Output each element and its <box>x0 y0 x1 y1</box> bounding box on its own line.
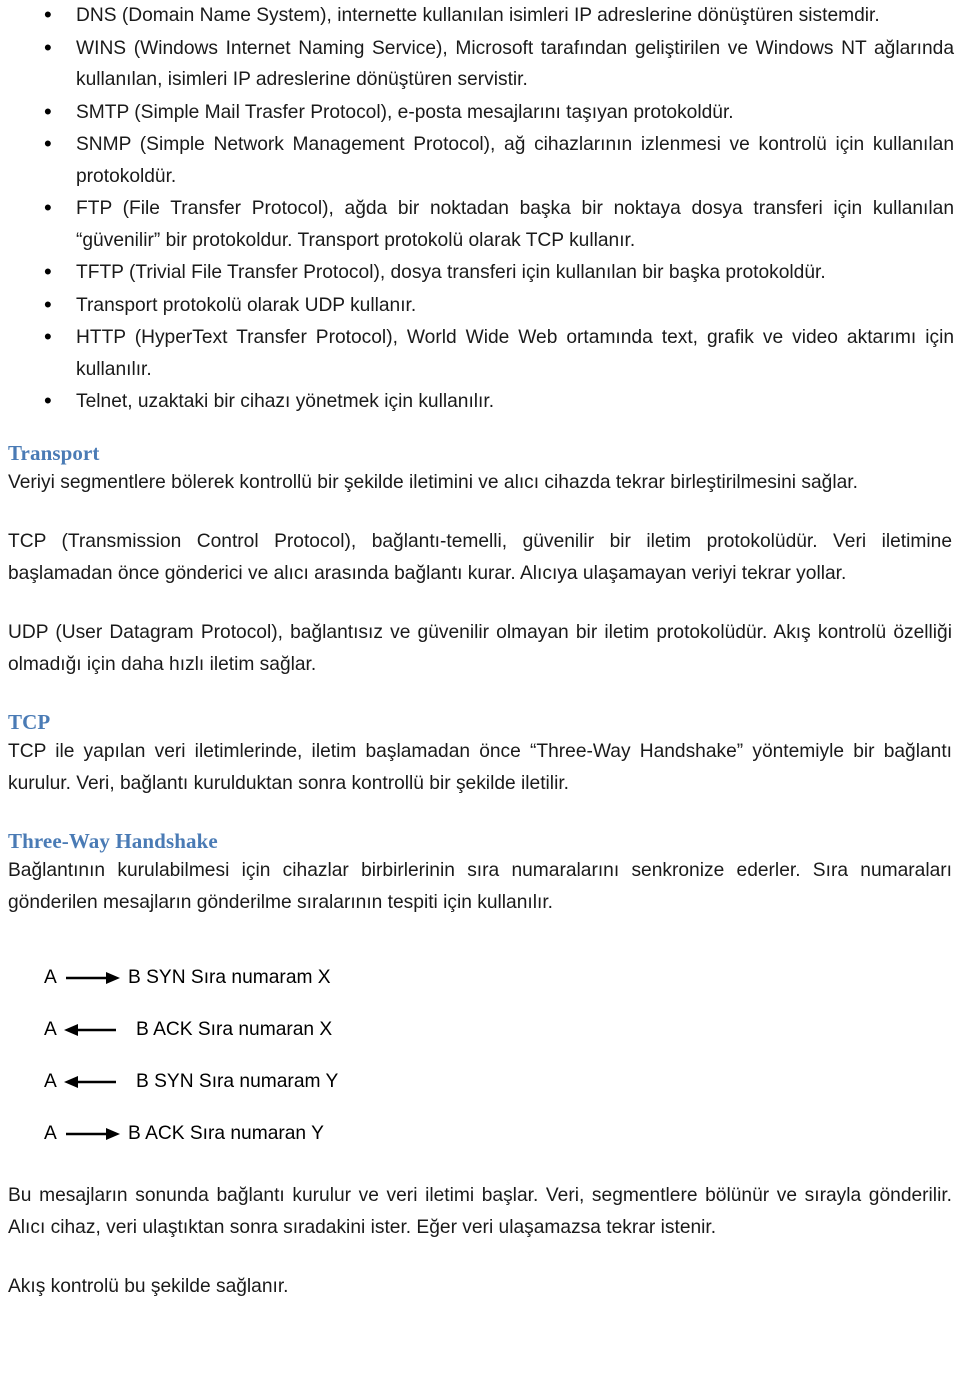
flow-control-note: Akış kontrolü bu şekilde sağlanır. <box>8 1276 289 1297</box>
arrow-left-icon <box>62 1073 120 1091</box>
handshake-step-label: B ACK Sıra numaran X <box>136 1019 333 1040</box>
list-item: TFTP (Trivial File Transfer Protocol), d… <box>8 256 954 289</box>
handshake-step-label: B SYN Sıra numaram Y <box>136 1071 339 1092</box>
list-item-text: DNS (Domain Name System), internette kul… <box>76 5 880 26</box>
three-way-handshake-heading: Three-Way Handshake <box>8 829 218 853</box>
handshake-step-label: B SYN Sıra numaram X <box>128 967 331 988</box>
list-item: HTTP (HyperText Transfer Protocol), Worl… <box>8 321 954 385</box>
list-item-text: FTP (File Transfer Protocol), ağda bir n… <box>76 198 954 251</box>
list-item-text: WINS (Windows Internet Naming Service), … <box>76 37 954 91</box>
list-item: Transport protokolü olarak UDP kullanır. <box>8 289 954 322</box>
tcp-handshake-paragraph: TCP ile yapılan veri iletimlerinde, ilet… <box>8 741 952 794</box>
tcp-description-paragraph: TCP (Transmission Control Protocol), bağ… <box>8 531 952 584</box>
arrow-right-icon <box>64 1125 122 1143</box>
handshake-intro-paragraph: Bağlantının kurulabilmesi için cihazlar … <box>8 860 952 913</box>
handshake-step-label: B ACK Sıra numaran Y <box>128 1123 324 1144</box>
list-item: Telnet, uzaktaki bir cihazı yönetmek içi… <box>8 385 954 418</box>
handshake-node-a: A <box>44 1071 57 1092</box>
handshake-step-3: A B SYN Sıra numaram Y <box>44 1056 954 1108</box>
handshake-step-2: A B ACK Sıra numaran X <box>44 1004 954 1056</box>
handshake-node-a: A <box>44 967 57 988</box>
handshake-step-1: A B SYN Sıra numaram X <box>44 952 954 1004</box>
list-item: DNS (Domain Name System), internette kul… <box>8 0 954 32</box>
list-item-text: Transport protokolü olarak UDP kullanır. <box>76 294 417 316</box>
list-item: SNMP (Simple Network Management Protocol… <box>8 128 954 192</box>
list-item-text: SNMP (Simple Network Management Protocol… <box>76 134 954 187</box>
handshake-closing-paragraph: Bu mesajların sonunda bağlantı kurulur v… <box>8 1185 952 1238</box>
handshake-node-a: A <box>44 1019 57 1040</box>
protocol-bullet-list: DNS (Domain Name System), internette kul… <box>8 0 954 418</box>
list-item-text: Telnet, uzaktaki bir cihazı yönetmek içi… <box>76 391 495 412</box>
arrow-left-icon <box>62 1021 120 1039</box>
handshake-diagram: A B SYN Sıra numaram X A B ACK Sıra numa… <box>8 952 954 1160</box>
document-page: DNS (Domain Name System), internette kul… <box>0 0 960 1385</box>
list-item-text: SMTP (Simple Mail Trasfer Protocol), e-p… <box>76 101 734 123</box>
udp-description-paragraph: UDP (User Datagram Protocol), bağlantısı… <box>8 622 952 675</box>
transport-intro-paragraph: Veriyi segmentlere bölerek kontrollü bir… <box>8 471 858 493</box>
list-item: SMTP (Simple Mail Trasfer Protocol), e-p… <box>8 96 954 129</box>
handshake-step-4: A B ACK Sıra numaran Y <box>44 1108 954 1160</box>
handshake-node-a: A <box>44 1123 57 1144</box>
list-item: FTP (File Transfer Protocol), ağda bir n… <box>8 192 954 256</box>
list-item: WINS (Windows Internet Naming Service), … <box>8 32 954 96</box>
arrow-right-icon <box>64 969 122 987</box>
transport-heading: Transport <box>8 440 100 465</box>
list-item-text: TFTP (Trivial File Transfer Protocol), d… <box>76 262 826 283</box>
list-item-text: HTTP (HyperText Transfer Protocol), Worl… <box>76 327 954 380</box>
tcp-heading: TCP <box>8 710 51 734</box>
